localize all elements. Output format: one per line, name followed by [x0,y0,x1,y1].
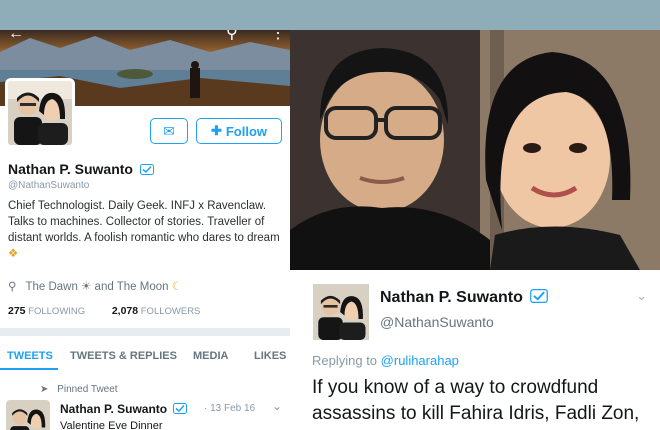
tweet-author-handle: @NathanSuwanto [380,314,494,330]
tweet-card: Nathan P. Suwanto @NathanSuwanto ⌄ Reply… [290,270,660,430]
profile-tabs: TWEETS TWEETS & REPLIES MEDIA LIKES [0,336,290,370]
arrow-left-icon[interactable]: ← [8,30,24,42]
chevron-down-icon[interactable]: ⌄ [272,399,282,413]
tab-tweets[interactable]: TWEETS [7,350,53,362]
tweet-author-avatar[interactable] [312,284,370,340]
tweet-date: · 13 Feb 16 [204,403,256,414]
add-user-icon: ✚ [210,123,222,138]
tab-media[interactable]: MEDIA [193,350,228,362]
direct-message-button[interactable]: ✉ [150,118,188,144]
search-icon[interactable]: ⚲ [226,30,238,42]
tweet-body-text: If you know of a way to crowdfund assass… [312,377,640,424]
profile-bio: Chief Technologist. Daily Geek. INFJ x R… [8,200,280,260]
tweet-avatar[interactable] [6,400,50,430]
direct-message-icon: ✉ [163,123,175,139]
replying-to-handle-link[interactable]: @ruliharahap [381,353,459,368]
tab-likes[interactable]: LIKES [254,350,286,362]
profile-name: Nathan P. Suwanto [8,161,154,177]
profile-handle: @NathanSuwanto [8,180,90,191]
location-pin-icon: ⚲ [8,281,17,293]
sparkle-emoji-icon: ❖ [8,248,19,260]
verified-badge-icon [139,164,154,175]
divider [0,328,290,336]
tweet-photo[interactable] [290,30,660,270]
moon-icon: ☾ [171,281,183,293]
pinned-tweet-label: ➤ Pinned Tweet [40,384,118,395]
followers-stat[interactable]: 2,078 FOLLOWERS [112,305,201,317]
more-vertical-icon[interactable]: ⋮ [270,30,286,42]
active-tab-indicator [0,368,58,370]
profile-screen: ← ⚲ ⋮ ✉ ✚ Follow Nathan P. Suwanto @Nath… [0,30,290,430]
verified-badge-icon [173,403,188,414]
top-banner [0,0,660,30]
profile-location: ⚲ The Dawn ☀ and The Moon ☾ [8,281,183,293]
following-stat[interactable]: 275 FOLLOWING [8,305,88,317]
tweet-author-name[interactable]: Nathan P. Suwanto [380,289,549,307]
tweet-text: Valentine Eve Dinner [60,420,163,430]
follow-button[interactable]: ✚ Follow [196,118,282,144]
tab-tweets-replies[interactable]: TWEETS & REPLIES [70,350,177,362]
profile-avatar[interactable] [5,78,75,148]
pin-icon: ➤ [40,384,49,395]
profile-stats: 275 FOLLOWING 2,078 FOLLOWERS [8,305,200,317]
follow-button-label: Follow [225,123,268,139]
verified-badge-icon [530,289,549,303]
chevron-down-icon[interactable]: ⌄ [636,288,647,304]
tweet-author-name[interactable]: Nathan P. Suwanto [60,402,188,416]
replying-to: Replying to @ruliharahap [312,353,459,368]
